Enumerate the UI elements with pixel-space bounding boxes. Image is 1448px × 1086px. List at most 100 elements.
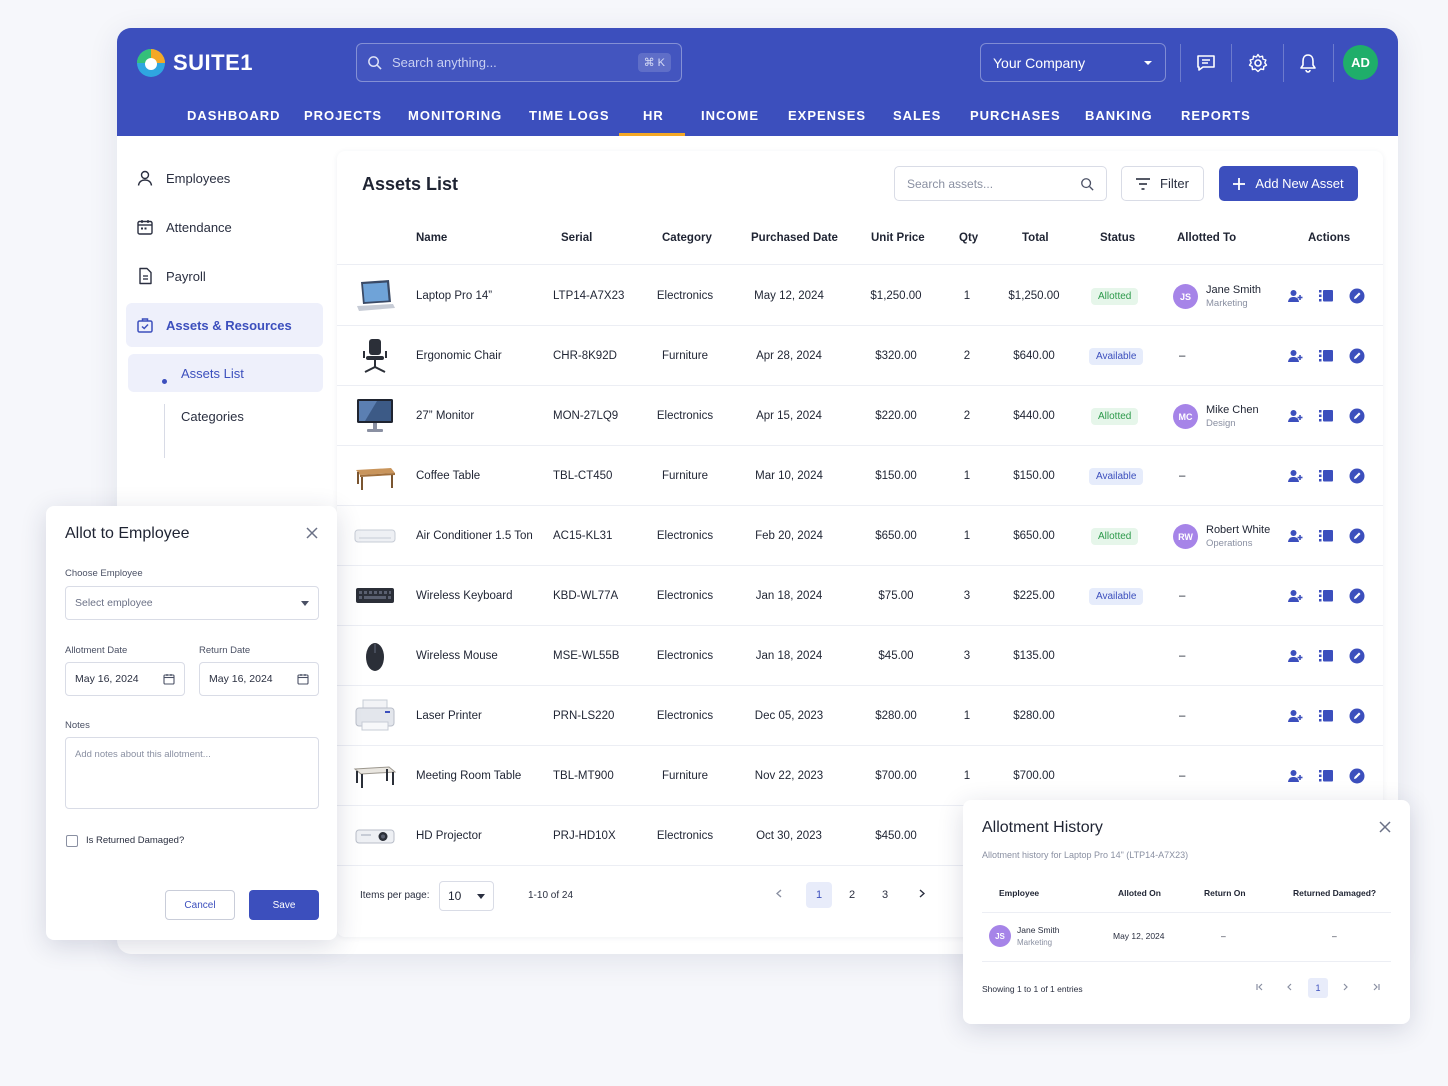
asset-name[interactable]: Ergonomic Chair — [416, 326, 502, 386]
user-avatar[interactable]: AD — [1343, 45, 1378, 80]
history-button[interactable] — [1318, 288, 1334, 304]
table-row[interactable]: Meeting Room Table TBL-MT900 Furniture Nov … — [337, 746, 1383, 806]
nav-income[interactable]: INCOME — [701, 108, 759, 123]
cancel-button[interactable]: Cancel — [165, 890, 235, 920]
assign-employee-button[interactable] — [1287, 468, 1303, 484]
search-input[interactable]: Search anything... — [392, 55, 638, 70]
history-button[interactable] — [1318, 348, 1334, 364]
nav-hr[interactable]: HR — [643, 108, 664, 123]
assign-employee-button[interactable] — [1287, 528, 1303, 544]
sidebar-item-employees[interactable]: Employees — [126, 156, 323, 200]
sidebar-item-payroll[interactable]: Payroll — [126, 254, 323, 298]
notifications-button[interactable] — [1291, 46, 1325, 80]
edit-button[interactable] — [1349, 408, 1365, 424]
allotted-employee-name[interactable]: Mike Chen — [1206, 403, 1259, 417]
prev-page-button[interactable] — [1279, 978, 1299, 998]
sidebar-subitem-categories[interactable]: Categories — [128, 397, 323, 435]
table-row[interactable]: 27” Monitor MON-27LQ9 Electronics Apr 15, 2… — [337, 386, 1383, 446]
assign-employee-button[interactable] — [1287, 408, 1303, 424]
company-select[interactable]: Your Company — [980, 43, 1166, 82]
history-button[interactable] — [1318, 648, 1334, 664]
table-row[interactable]: Wireless Keyboard KBD-WL77A Electronics Jan… — [337, 566, 1383, 626]
messages-button[interactable] — [1189, 46, 1223, 80]
asset-name[interactable]: Coffee Table — [416, 446, 480, 506]
notes-textarea[interactable]: Add notes about this allotment... — [65, 737, 319, 809]
edit-button[interactable] — [1349, 588, 1365, 604]
sidebar-item-assets-resources[interactable]: Assets & Resources — [126, 303, 323, 347]
page-3-button[interactable]: 3 — [872, 882, 898, 908]
table-row[interactable]: Ergonomic Chair CHR-8K92D Furniture Apr 28,… — [337, 326, 1383, 386]
history-button[interactable] — [1318, 528, 1334, 544]
prev-page-button[interactable] — [766, 882, 792, 908]
page-1-button[interactable]: 1 — [1308, 978, 1328, 998]
history-button[interactable] — [1318, 588, 1334, 604]
table-row[interactable]: Laser Printer PRN-LS220 Electronics Dec 05,… — [337, 686, 1383, 746]
col-name[interactable]: Name — [416, 221, 447, 265]
asset-name[interactable]: Wireless Keyboard — [416, 566, 513, 626]
col-serial[interactable]: Serial — [561, 221, 592, 265]
edit-button[interactable] — [1349, 648, 1365, 664]
nav-expenses[interactable]: EXPENSES — [788, 108, 866, 123]
table-row[interactable]: Laptop Pro 14” LTP14-A7X23 Electronics May … — [337, 266, 1383, 326]
items-per-page-select[interactable]: 10 — [439, 881, 494, 911]
close-icon[interactable] — [305, 526, 319, 540]
sidebar-subitem-assets-list[interactable]: Assets List — [128, 354, 323, 392]
page-1-button[interactable]: 1 — [806, 882, 832, 908]
filter-button[interactable]: Filter — [1121, 166, 1204, 201]
return-date-field[interactable]: May 16, 2024 — [199, 662, 319, 696]
add-new-asset-button[interactable]: Add New Asset — [1219, 166, 1358, 201]
settings-button[interactable] — [1241, 46, 1275, 80]
nav-banking[interactable]: BANKING — [1085, 108, 1153, 123]
asset-name[interactable]: Air Conditioner 1.5 Ton — [416, 506, 533, 566]
nav-reports[interactable]: REPORTS — [1181, 108, 1251, 123]
table-row[interactable]: Air Conditioner 1.5 Ton AC15-KL31 Electron… — [337, 506, 1383, 566]
history-button[interactable] — [1318, 768, 1334, 784]
nav-projects[interactable]: PROJECTS — [304, 108, 382, 123]
last-page-button[interactable] — [1366, 978, 1386, 998]
page-2-button[interactable]: 2 — [839, 882, 865, 908]
edit-button[interactable] — [1349, 708, 1365, 724]
nav-time-logs[interactable]: TIME LOGS — [529, 108, 610, 123]
allotment-date-field[interactable]: May 16, 2024 — [65, 662, 185, 696]
history-button[interactable] — [1318, 408, 1334, 424]
col-total[interactable]: Total — [1022, 221, 1049, 265]
assign-employee-button[interactable] — [1287, 768, 1303, 784]
asset-search-input[interactable]: Search assets... — [894, 166, 1107, 201]
sidebar-item-attendance[interactable]: Attendance — [126, 205, 323, 249]
edit-button[interactable] — [1349, 768, 1365, 784]
next-page-button[interactable] — [1336, 978, 1356, 998]
col-qty[interactable]: Qty — [959, 221, 978, 265]
assign-employee-button[interactable] — [1287, 348, 1303, 364]
employee-select[interactable]: Select employee — [65, 586, 319, 620]
save-button[interactable]: Save — [249, 890, 319, 920]
col-category[interactable]: Category — [662, 221, 712, 265]
edit-button[interactable] — [1349, 468, 1365, 484]
brand-logo[interactable]: SUITE1 — [135, 47, 253, 79]
asset-name[interactable]: Wireless Mouse — [416, 626, 498, 686]
allotted-employee-name[interactable]: Robert White — [1206, 523, 1270, 537]
asset-name[interactable]: 27” Monitor — [416, 386, 474, 446]
close-icon[interactable] — [1378, 820, 1392, 834]
assign-employee-button[interactable] — [1287, 708, 1303, 724]
edit-button[interactable] — [1349, 528, 1365, 544]
next-page-button[interactable] — [909, 882, 935, 908]
assign-employee-button[interactable] — [1287, 288, 1303, 304]
edit-button[interactable] — [1349, 288, 1365, 304]
table-row[interactable]: Wireless Mouse MSE-WL55B Electronics Jan 18… — [337, 626, 1383, 686]
history-button[interactable] — [1318, 468, 1334, 484]
global-search[interactable]: Search anything... ⌘ K — [356, 43, 682, 82]
nav-sales[interactable]: SALES — [893, 108, 941, 123]
asset-name[interactable]: Meeting Room Table — [416, 746, 521, 806]
col-unit-price[interactable]: Unit Price — [871, 221, 925, 265]
nav-purchases[interactable]: PURCHASES — [970, 108, 1061, 123]
table-row[interactable]: Coffee Table TBL-CT450 Furniture Mar 10, 20… — [337, 446, 1383, 506]
asset-name[interactable]: Laptop Pro 14” — [416, 266, 492, 326]
first-page-button[interactable] — [1250, 978, 1270, 998]
allotted-employee-name[interactable]: Jane Smith — [1206, 283, 1261, 297]
history-button[interactable] — [1318, 708, 1334, 724]
nav-monitoring[interactable]: MONITORING — [408, 108, 502, 123]
returned-damaged-checkbox[interactable] — [66, 835, 78, 847]
nav-dashboard[interactable]: DASHBOARD — [187, 108, 281, 123]
col-allotted-to[interactable]: Allotted To — [1177, 221, 1236, 265]
asset-name[interactable]: HD Projector — [416, 806, 482, 866]
